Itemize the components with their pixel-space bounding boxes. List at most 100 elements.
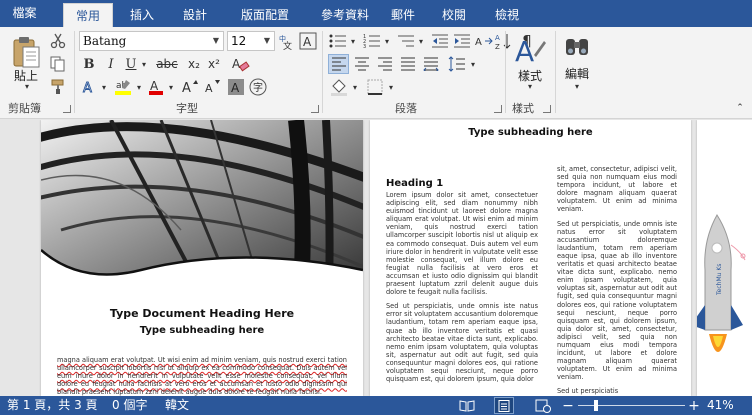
clipboard-launcher-icon[interactable] bbox=[63, 105, 71, 113]
align-center-button[interactable] bbox=[351, 54, 372, 74]
collapse-ribbon-icon[interactable]: ⌃ bbox=[733, 101, 747, 115]
borders-button[interactable] bbox=[364, 77, 386, 97]
read-mode-button[interactable] bbox=[458, 398, 476, 413]
page-2-column-1[interactable]: Lorem ipsum dolor sit amet, consectetuer… bbox=[386, 191, 538, 396]
text-effects-button[interactable]: A bbox=[79, 77, 99, 97]
tab-view[interactable]: 檢視 bbox=[486, 3, 528, 27]
document-subheading[interactable]: Type subheading here bbox=[41, 325, 363, 336]
page-1[interactable]: Type Document Heading Here Type subheadi… bbox=[41, 120, 363, 396]
cut-button[interactable] bbox=[48, 31, 68, 51]
underline-dropdown-icon[interactable]: ▾ bbox=[139, 54, 149, 74]
paragraph-launcher-icon[interactable] bbox=[494, 105, 502, 113]
shading-button[interactable] bbox=[328, 77, 350, 97]
status-bar: 第 1 頁，共 3 頁 0 個字 韓文 − + 41% bbox=[0, 396, 752, 415]
align-left-button[interactable] bbox=[328, 54, 349, 74]
font-size-combo[interactable]: 12 ▼ bbox=[227, 31, 275, 51]
line-spacing-button[interactable] bbox=[446, 54, 468, 74]
svg-text:字: 字 bbox=[253, 81, 263, 94]
page-1-body[interactable]: magna aliquam erat volutpat. Ut wisi eni… bbox=[57, 356, 347, 396]
bullets-button[interactable] bbox=[328, 31, 348, 51]
paragraph: Lorem ipsum dolor sit amet, consectetuer… bbox=[386, 191, 538, 297]
page-2-subheading[interactable]: Type subheading here bbox=[370, 127, 691, 138]
phonetic-guide-icon: 中 文 bbox=[279, 34, 292, 50]
italic-button[interactable]: I bbox=[101, 54, 121, 74]
chevron-down-icon[interactable]: ▾ bbox=[382, 31, 392, 51]
paste-dropdown-icon[interactable]: ▾ bbox=[22, 82, 32, 91]
font-shrink-button[interactable]: A bbox=[202, 77, 222, 97]
group-divider bbox=[555, 31, 556, 113]
styles-button[interactable]: A bbox=[510, 31, 550, 69]
bold-button[interactable]: B bbox=[79, 54, 99, 74]
multilevel-list-button[interactable] bbox=[396, 31, 416, 51]
tab-insert[interactable]: 插入 bbox=[118, 3, 166, 27]
font-size-value: 12 bbox=[231, 34, 247, 48]
increase-indent-button[interactable] bbox=[452, 31, 472, 51]
tab-mailings[interactable]: 郵件 bbox=[383, 3, 423, 27]
zoom-level[interactable]: 41% bbox=[707, 396, 734, 415]
zoom-out-button[interactable]: − bbox=[562, 397, 574, 414]
subscript-button[interactable]: x₂ bbox=[184, 54, 204, 74]
chevron-down-icon[interactable]: ▾ bbox=[468, 54, 478, 74]
print-layout-button[interactable] bbox=[494, 397, 514, 414]
styles-launcher-icon[interactable] bbox=[543, 105, 551, 113]
distributed-button[interactable] bbox=[420, 54, 441, 74]
page-2-column-2[interactable]: sit, amet, consectetur, adipisci velit, … bbox=[557, 165, 677, 396]
page-count[interactable]: 第 1 頁，共 3 頁 bbox=[7, 396, 98, 415]
paste-button[interactable] bbox=[8, 33, 44, 71]
chevron-down-icon[interactable]: ▼ bbox=[209, 32, 223, 50]
zoom-slider-thumb[interactable] bbox=[594, 400, 599, 411]
paragraph: Sed ut perspiciatis bbox=[557, 387, 619, 396]
superscript-button[interactable]: x² bbox=[204, 54, 224, 74]
decrease-indent-button[interactable] bbox=[430, 31, 450, 51]
tab-file[interactable]: 檔案 bbox=[0, 0, 49, 27]
underline-button[interactable]: U bbox=[123, 54, 139, 74]
zoom-in-button[interactable]: + bbox=[688, 397, 700, 414]
svg-text:A: A bbox=[515, 35, 534, 67]
numbering-button[interactable]: 1 2 3 bbox=[362, 31, 382, 51]
justify-button[interactable] bbox=[397, 54, 418, 74]
heading-1[interactable]: Heading 1 bbox=[386, 178, 443, 189]
chevron-down-icon[interactable]: ▾ bbox=[416, 31, 426, 51]
editing-button[interactable] bbox=[560, 31, 594, 63]
document-heading[interactable]: Type Document Heading Here bbox=[41, 307, 363, 320]
font-launcher-icon[interactable] bbox=[311, 105, 319, 113]
tab-home[interactable]: 常用 bbox=[63, 3, 113, 27]
page-3[interactable]: TechMu Ks bbox=[697, 120, 752, 396]
web-layout-button[interactable] bbox=[534, 398, 552, 413]
chevron-down-icon[interactable]: ▾ bbox=[166, 77, 176, 97]
chevron-down-icon[interactable]: ▾ bbox=[525, 82, 535, 91]
line-spacing-icon bbox=[448, 56, 465, 72]
character-border-button[interactable]: A bbox=[298, 31, 318, 51]
font-name-combo[interactable]: Batang ▼ bbox=[79, 31, 224, 51]
tab-design[interactable]: 設計 bbox=[171, 3, 219, 27]
enclose-characters-icon: 字 bbox=[249, 78, 267, 96]
chevron-down-icon[interactable]: ▾ bbox=[99, 77, 109, 97]
tab-review[interactable]: 校閱 bbox=[433, 3, 475, 27]
font-grow-button[interactable]: A bbox=[180, 77, 200, 97]
paragraph: sit, amet, consectetur, adipisci velit, … bbox=[557, 165, 677, 214]
character-shading-button[interactable]: A bbox=[226, 77, 246, 97]
tab-layout[interactable]: 版面配置 bbox=[226, 3, 304, 27]
chinese-layout-button[interactable]: A bbox=[474, 31, 494, 51]
highlight-button[interactable]: ab bbox=[112, 77, 134, 97]
chevron-down-icon[interactable]: ▾ bbox=[350, 77, 360, 97]
enclose-characters-button[interactable]: 字 bbox=[248, 77, 268, 97]
strikethrough-button[interactable]: abc bbox=[152, 54, 182, 74]
tab-references[interactable]: 參考資料 bbox=[306, 3, 384, 27]
chevron-down-icon[interactable]: ▾ bbox=[386, 77, 396, 97]
page-2[interactable]: Type subheading here Heading 1 Lorem ips… bbox=[370, 120, 691, 396]
font-color-button[interactable]: A bbox=[146, 77, 166, 97]
chevron-down-icon[interactable]: ▾ bbox=[572, 82, 582, 91]
align-right-button[interactable] bbox=[374, 54, 395, 74]
format-painter-button[interactable] bbox=[48, 77, 68, 97]
document-area[interactable]: Type Document Heading Here Type subheadi… bbox=[0, 120, 752, 396]
chevron-down-icon[interactable]: ▾ bbox=[348, 31, 358, 51]
clear-formatting-button[interactable]: A bbox=[230, 54, 252, 74]
word-count[interactable]: 0 個字 bbox=[112, 396, 147, 415]
svg-text:A: A bbox=[232, 57, 241, 71]
chevron-down-icon[interactable]: ▾ bbox=[134, 77, 144, 97]
phonetic-guide-button[interactable]: 中 文 bbox=[277, 31, 297, 51]
chevron-down-icon[interactable]: ▼ bbox=[260, 32, 274, 50]
copy-button[interactable] bbox=[48, 54, 68, 74]
language-indicator[interactable]: 韓文 bbox=[165, 396, 189, 415]
